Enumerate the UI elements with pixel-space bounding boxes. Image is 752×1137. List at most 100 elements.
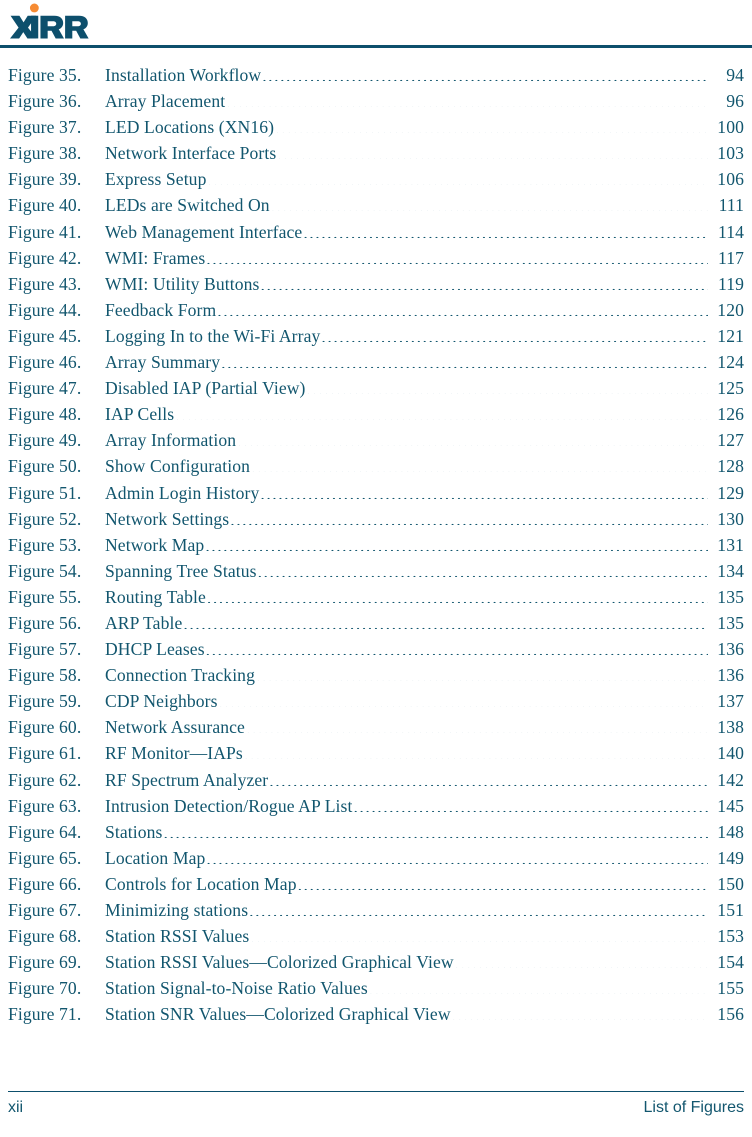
figure-entry-leader-dots (452, 1003, 708, 1021)
figure-entry[interactable]: Figure 45. Logging In to the Wi-Fi Array 1… (0, 323, 752, 349)
figure-entry-title: Logging In to the Wi-Fi Array (105, 325, 321, 346)
figure-entry[interactable]: Figure 62. RF Spectrum Analyzer 142 (0, 767, 752, 793)
figure-entry-leader-dots (250, 925, 708, 943)
figure-entry-label: Figure 43. (8, 273, 82, 294)
figure-entry[interactable]: Figure 57. DHCP Leases 136 (0, 636, 752, 662)
figure-entry[interactable]: Figure 43. WMI: Utility Buttons 119 (0, 271, 752, 297)
logo-orange-dot (29, 3, 39, 13)
figure-entry-page-number: 117 (717, 247, 744, 268)
figure-entry-label: Figure 55. (8, 586, 82, 607)
figure-entry-leader-dots (307, 377, 708, 395)
figure-entry[interactable]: Figure 56. ARP Table 135 (0, 610, 752, 636)
figure-entry[interactable]: Figure 39. Express Setup 106 (0, 166, 752, 192)
figure-entry[interactable]: Figure 40. LEDs are Switched On 111 (0, 192, 752, 218)
figure-entry[interactable]: Figure 46. Array Summary 124 (0, 349, 752, 375)
figure-entry-page-number: 106 (717, 169, 744, 190)
figure-entry-label: Figure 64. (8, 821, 82, 842)
figure-entry[interactable]: Figure 41. Web Management Interface 114 (0, 219, 752, 245)
figure-entry-page-number: 136 (717, 639, 744, 660)
figure-entry-leader-dots (244, 742, 708, 760)
figure-entry-title: Controls for Location Map (105, 873, 297, 894)
figure-entry-label: Figure 59. (8, 691, 82, 712)
figure-entry-page-number: 129 (717, 482, 744, 503)
figure-entry-page-number: 135 (717, 612, 744, 633)
figure-entry-label: Figure 70. (8, 978, 82, 999)
figure-entry-title: Installation Workflow (105, 65, 262, 85)
figure-entry-page-number: 114 (717, 221, 744, 242)
figure-entry[interactable]: Figure 51. Admin Login History 129 (0, 480, 752, 506)
figure-entry-leader-dots (207, 168, 708, 186)
figure-entry-page-number: 96 (726, 91, 744, 112)
figure-entry-label: Figure 62. (8, 769, 82, 790)
figure-entry-title: WMI: Utility Buttons (105, 273, 260, 294)
figure-entry-title: RF Spectrum Analyzer (105, 769, 269, 790)
figure-entry[interactable]: Figure 36. Array Placement 96 (0, 88, 752, 114)
figure-entry-label: Figure 36. (8, 91, 82, 112)
figure-entry-leader-dots (277, 142, 708, 160)
figure-entry-title: Array Information (105, 430, 237, 451)
figure-entry-label: Figure 47. (8, 378, 82, 399)
figure-entry-page-number: 142 (717, 769, 744, 790)
figure-entry[interactable]: Figure 67. Minimizing stations 151 (0, 897, 752, 923)
figure-entry[interactable]: Figure 50. Show Configuration 128 (0, 453, 752, 479)
figure-entry-label: Figure 68. (8, 926, 82, 947)
figure-entry[interactable]: Figure 54. Spanning Tree Status 134 (0, 558, 752, 584)
figure-entry[interactable]: Figure 55. Routing Table 135 (0, 584, 752, 610)
figure-entry-page-number: 119 (717, 273, 744, 294)
figure-entry-label: Figure 66. (8, 873, 82, 894)
figure-entry[interactable]: Figure 60. Network Assurance 138 (0, 714, 752, 740)
figure-entry-label: Figure 35. (8, 65, 82, 85)
figure-entry[interactable]: Figure 37. LED Locations (XN16) 100 (0, 114, 752, 140)
figure-entry-page-number: 103 (717, 143, 744, 164)
figure-entry-leader-dots (219, 690, 708, 708)
figure-entry[interactable]: Figure 48. IAP Cells 126 (0, 401, 752, 427)
figure-entry[interactable]: Figure 64. Stations 148 (0, 819, 752, 845)
figure-entry[interactable]: Figure 47. Disabled IAP (Partial View) 125 (0, 375, 752, 401)
figure-entry-leader-dots (251, 455, 708, 473)
figure-entry-title: LEDs are Switched On (105, 195, 270, 216)
figure-entry-page-number: 156 (717, 1004, 744, 1025)
figure-entry[interactable]: Figure 70. Station Signal-to-Noise Ratio … (0, 975, 752, 1001)
figure-entry-label: Figure 39. (8, 169, 82, 190)
figure-entry-page-number: 151 (717, 900, 744, 920)
figure-entry-page-number: 100 (717, 117, 744, 138)
figure-entry-leader-dots (353, 794, 708, 812)
figure-entry-label: Figure 53. (8, 534, 82, 555)
figure-entry[interactable]: Figure 42. WMI: Frames 117 (0, 245, 752, 271)
figure-entry-leader-dots (221, 350, 708, 368)
figure-entry-label: Figure 37. (8, 117, 82, 138)
figure-entry-title: Network Assurance (105, 717, 245, 738)
figure-entry-leader-dots (262, 63, 708, 81)
figure-entry[interactable]: Figure 63. Intrusion Detection/Rogue AP L… (0, 793, 752, 819)
figure-entry[interactable]: Figure 69. Station RSSI Values—Colorized … (0, 949, 752, 975)
figure-entry-title: Station Signal-to-Noise Ratio Values (105, 978, 368, 999)
figure-entry[interactable]: Figure 59. CDP Neighbors 137 (0, 688, 752, 714)
figure-entry[interactable]: Figure 65. Location Map 149 (0, 845, 752, 871)
figure-entry-leader-dots (455, 951, 708, 969)
figure-entry-page-number: 126 (717, 404, 744, 425)
figure-entry-label: Figure 56. (8, 612, 82, 633)
figure-entry-page-number: 127 (717, 430, 744, 451)
figure-entry-label: Figure 57. (8, 639, 82, 660)
figure-entry-leader-dots (217, 298, 708, 316)
figure-entry[interactable]: Figure 35. Installation Workflow 94 (0, 62, 752, 88)
figure-entry[interactable]: Figure 52. Network Settings 130 (0, 506, 752, 532)
figure-entry-leader-dots (249, 898, 708, 916)
figure-entry[interactable]: Figure 68. Station RSSI Values 153 (0, 923, 752, 949)
figure-entry-leader-dots (298, 872, 708, 890)
figure-entry-label: Figure 49. (8, 430, 82, 451)
figure-entry[interactable]: Figure 61. RF Monitor—IAPs 140 (0, 740, 752, 766)
figure-entry[interactable]: Figure 58. Connection Tracking 136 (0, 662, 752, 688)
figure-entry[interactable]: Figure 44. Feedback Form 120 (0, 297, 752, 323)
figure-entry[interactable]: Figure 66. Controls for Location Map 150 (0, 871, 752, 897)
page-footer: xii List of Figures (0, 1085, 752, 1137)
figure-entry[interactable]: Figure 49. Array Information 127 (0, 427, 752, 453)
figure-entry[interactable]: Figure 38. Network Interface Ports 103 (0, 140, 752, 166)
figure-entry-label: Figure 41. (8, 221, 82, 242)
figure-entry-leader-dots (256, 664, 708, 682)
figure-entry[interactable]: Figure 71. Station SNR Values—Colorized G… (0, 1001, 752, 1027)
figure-entry-page-number: 150 (717, 873, 744, 894)
figure-entry-label: Figure 69. (8, 952, 82, 973)
figure-entry[interactable]: Figure 53. Network Map 131 (0, 532, 752, 558)
figure-entry-label: Figure 50. (8, 456, 82, 477)
